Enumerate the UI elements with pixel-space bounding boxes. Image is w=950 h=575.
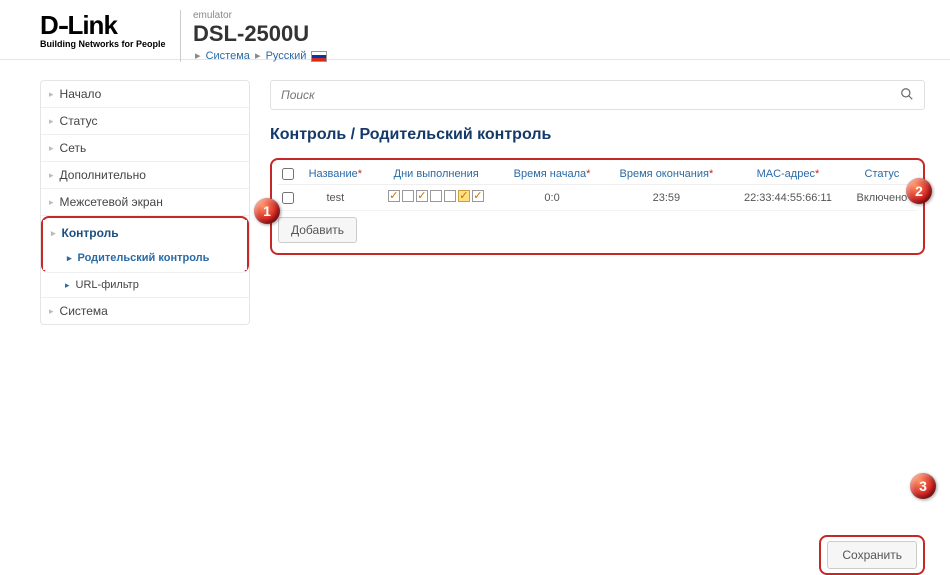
cell-name: test	[299, 185, 373, 211]
caret-icon: ▸	[49, 197, 54, 208]
cell-days	[372, 185, 500, 211]
callout-badge-2: 2	[906, 178, 932, 204]
col-end[interactable]: Время окончания*	[604, 164, 729, 185]
model-name: DSL-2500U	[193, 21, 327, 47]
sidebar-item-label: Дополнительно	[60, 168, 146, 182]
cell-start: 0:0	[500, 185, 604, 211]
col-name[interactable]: Название*	[299, 164, 373, 185]
search-input[interactable]	[281, 88, 900, 102]
caret-icon: ▸	[67, 253, 72, 264]
save-region: Сохранить	[819, 535, 925, 575]
sidebar: ▸ Начало ▸ Статус ▸ Сеть ▸ Дополнительно ▸ Ме…	[0, 80, 260, 325]
emulator-label: emulator	[193, 10, 327, 21]
main-content: Контроль / Родительский контроль Названи…	[260, 80, 950, 325]
col-status[interactable]: Статус	[847, 164, 917, 185]
cell-mac: 22:33:44:55:66:11	[729, 185, 847, 211]
sidebar-item-label: Сеть	[60, 141, 87, 155]
brand-name: D-Link	[40, 10, 180, 41]
sidebar-item-firewall[interactable]: ▸ Межсетевой экран	[41, 189, 249, 215]
sidebar-item-url-filter[interactable]: ▸ URL-фильтр	[41, 273, 249, 297]
caret-icon: ▸	[49, 143, 54, 154]
day-checkbox[interactable]	[444, 190, 456, 202]
caret-icon: ▸	[49, 89, 54, 100]
header: D-Link Building Networks for People emul…	[0, 0, 950, 60]
caret-icon: ▸	[49, 116, 54, 127]
sidebar-item-status[interactable]: ▸ Статус	[41, 108, 249, 134]
col-checkbox	[278, 164, 299, 185]
cell-end: 23:59	[604, 185, 729, 211]
rules-table: Название* Дни выполнения Время начала* В…	[278, 164, 917, 211]
sidebar-item-label: Система	[60, 304, 108, 318]
table-header-row: Название* Дни выполнения Время начала* В…	[278, 164, 917, 185]
table-row[interactable]: test 0:0 23:59 22:33:44:55:66:11 Включен…	[278, 185, 917, 211]
sidebar-item-control[interactable]: ▸ Контроль	[43, 220, 247, 246]
sidebar-item-system[interactable]: ▸ Система	[41, 298, 249, 324]
sidebar-item-label: Начало	[60, 87, 102, 101]
caret-icon: ▸	[51, 228, 56, 239]
callout-badge-1: 1	[254, 198, 280, 224]
sidebar-item-label: Контроль	[62, 226, 119, 240]
day-checkbox[interactable]	[458, 190, 470, 202]
nav-menu: ▸ Начало ▸ Статус ▸ Сеть ▸ Дополнительно ▸ Ме…	[40, 80, 250, 325]
select-all-checkbox[interactable]	[282, 168, 294, 180]
day-checkbox[interactable]	[402, 190, 414, 202]
sidebar-item-network[interactable]: ▸ Сеть	[41, 135, 249, 161]
col-start[interactable]: Время начала*	[500, 164, 604, 185]
search-bar	[270, 80, 925, 110]
day-checkbox[interactable]	[430, 190, 442, 202]
sidebar-item-parental-control[interactable]: ▸ Родительский контроль	[43, 246, 247, 270]
sidebar-item-advanced[interactable]: ▸ Дополнительно	[41, 162, 249, 188]
page-title: Контроль / Родительский контроль	[270, 126, 925, 144]
caret-icon: ▸	[49, 170, 54, 181]
col-days[interactable]: Дни выполнения	[372, 164, 500, 185]
breadcrumb: ▸ Система ▸ Русский	[193, 49, 327, 62]
day-checkbox[interactable]	[472, 190, 484, 202]
title-block: emulator DSL-2500U ▸ Система ▸ Русский	[180, 10, 327, 62]
sidebar-item-start[interactable]: ▸ Начало	[41, 81, 249, 107]
rules-table-area: Название* Дни выполнения Время начала* В…	[270, 158, 925, 255]
flag-ru-icon	[311, 51, 327, 62]
crumb-language[interactable]: Русский	[266, 50, 307, 62]
day-checkbox[interactable]	[416, 190, 428, 202]
callout-badge-3: 3	[910, 473, 936, 499]
crumb-system[interactable]: Система	[206, 50, 250, 62]
caret-icon: ▸	[49, 306, 54, 317]
sidebar-item-label: Межсетевой экран	[60, 195, 163, 209]
logo: D-Link Building Networks for People	[40, 10, 180, 49]
col-mac[interactable]: MAC-адрес*	[729, 164, 847, 185]
sidebar-item-label: Родительский контроль	[78, 252, 210, 264]
sidebar-item-label: URL-фильтр	[76, 279, 139, 291]
save-button[interactable]: Сохранить	[827, 541, 917, 569]
caret-icon: ▸	[65, 280, 70, 291]
day-checkbox[interactable]	[388, 190, 400, 202]
sidebar-item-label: Статус	[60, 114, 98, 128]
add-button[interactable]: Добавить	[278, 217, 357, 243]
search-icon[interactable]	[900, 87, 914, 104]
row-checkbox[interactable]	[282, 192, 294, 204]
